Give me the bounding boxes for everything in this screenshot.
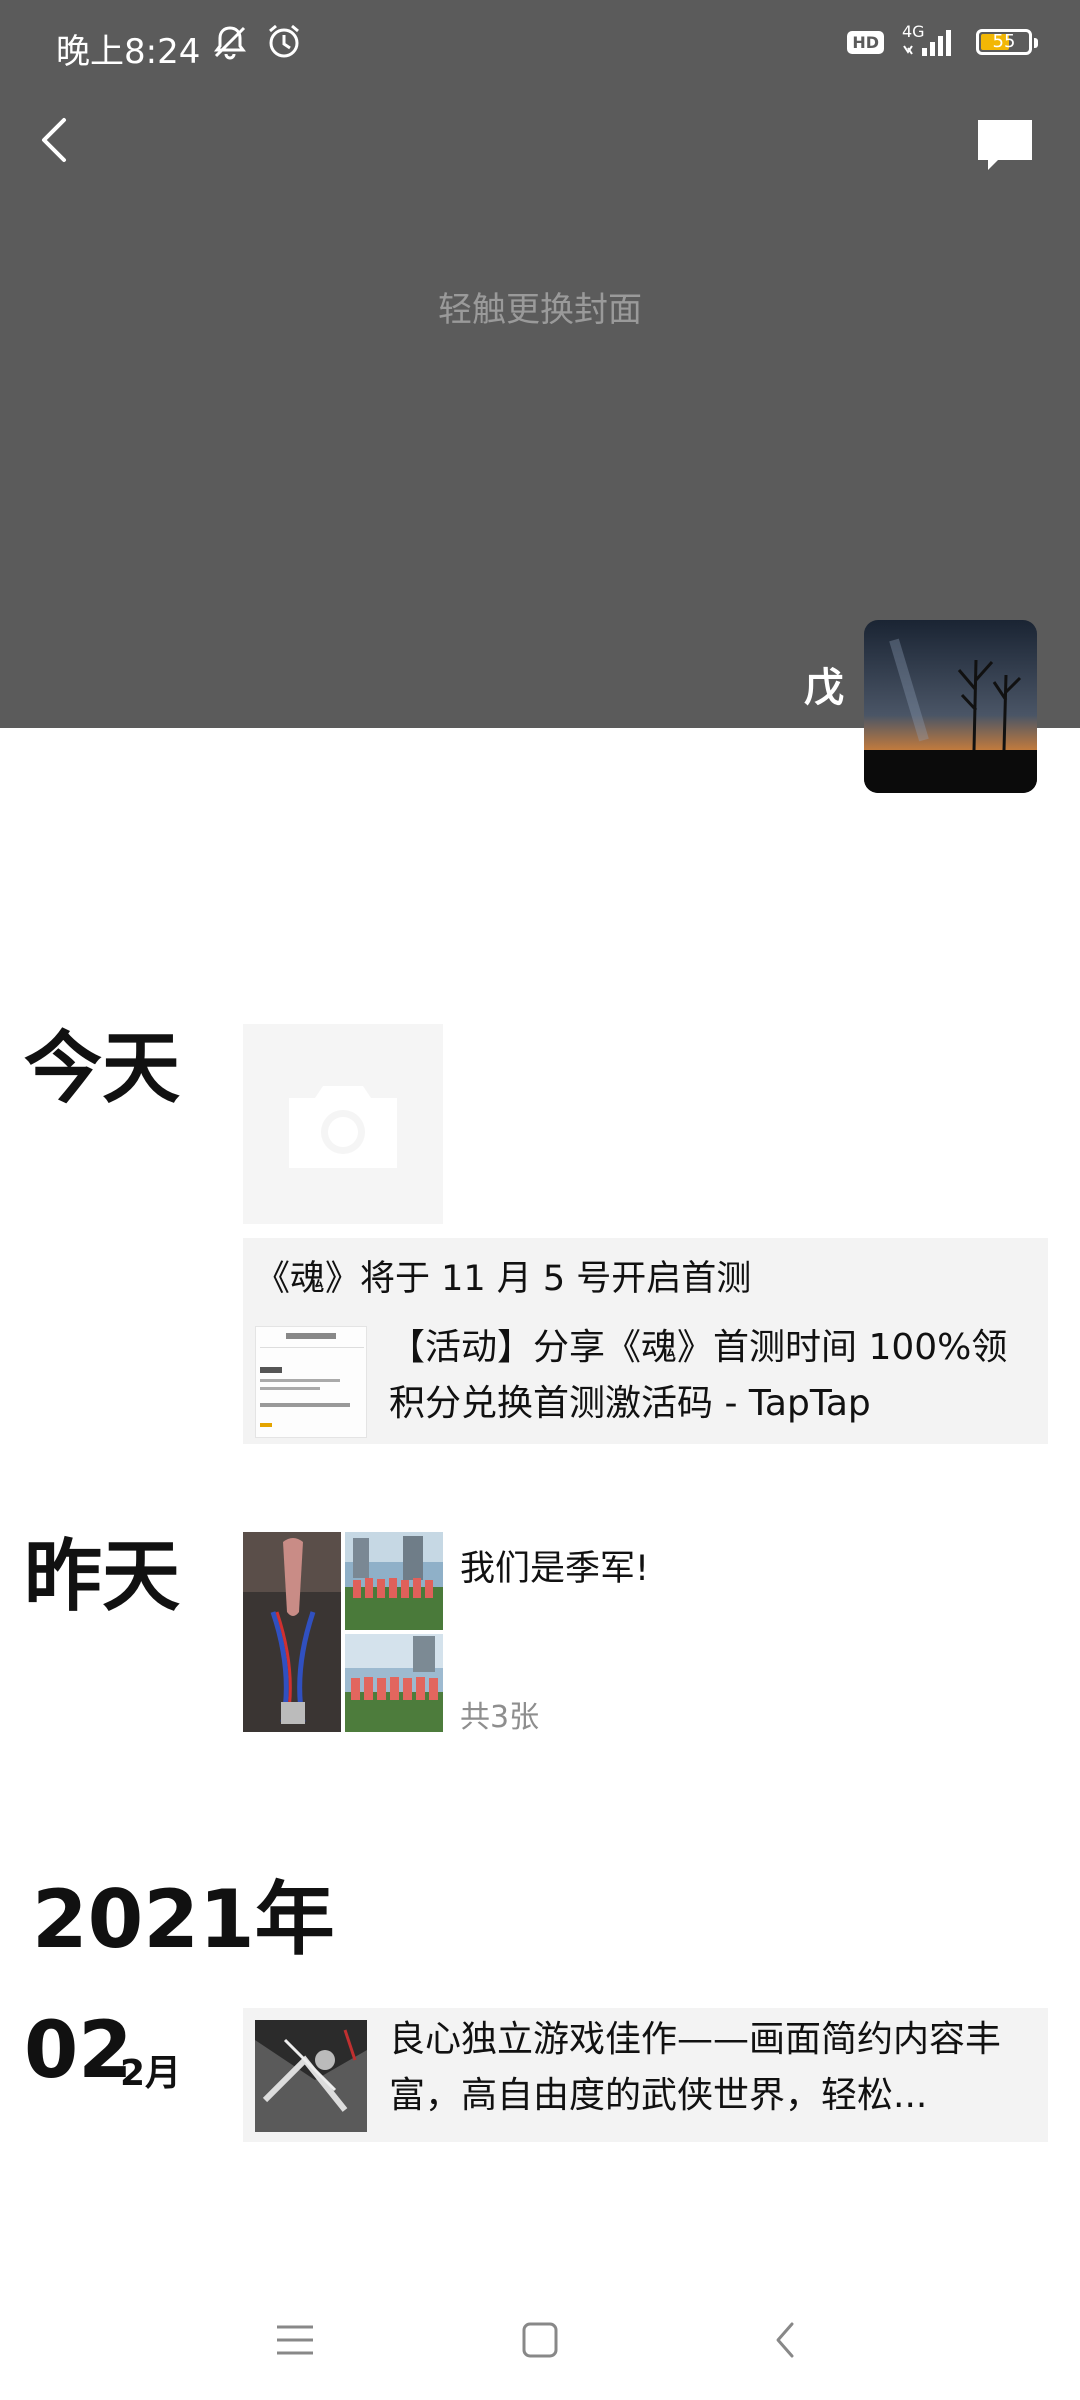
back-button[interactable] <box>34 110 74 170</box>
back-icon <box>776 2322 794 2358</box>
menu-icon <box>277 2325 313 2355</box>
message-icon <box>978 120 1032 170</box>
cover-hint[interactable]: 轻触更换封面 <box>0 282 1080 331</box>
share-title: 《魂》将于 11 月 5 号开启首测 <box>255 1259 752 1299</box>
message-button[interactable] <box>974 116 1036 174</box>
article-card[interactable]: 良心独立游戏佳作——画面简约内容丰富，高自由度的武侠世界，轻松... <box>243 2008 1048 2142</box>
share-link-text: 【活动】分享《魂》首测时间 100%领积分兑换首测激活码 - TapTap <box>389 1327 1008 1424</box>
back-arrow-icon <box>42 118 66 162</box>
signal-icon: 4G <box>900 24 960 60</box>
nav-home-button[interactable] <box>510 2310 570 2370</box>
profile-name: 戊 <box>804 665 844 711</box>
battery-level: 55 <box>992 31 1016 52</box>
avatar[interactable] <box>864 620 1037 793</box>
article-thumbnail <box>255 2020 367 2132</box>
nav-back-button[interactable] <box>755 2310 815 2370</box>
nav-menu-button[interactable] <box>265 2310 325 2370</box>
entry-day: 02 <box>24 2006 133 2096</box>
battery-icon: 55 <box>976 29 1038 55</box>
home-icon <box>522 2322 558 2358</box>
status-time: 晚上8:24 <box>56 32 201 72</box>
alarm-icon <box>269 24 299 58</box>
navigation-bar <box>0 2280 1080 2400</box>
shared-link-card[interactable]: 《魂》将于 11 月 5 号开启首测 【活动】分享《魂》首测时间 100%领积分… <box>243 1238 1048 1444</box>
section-yesterday: 昨天 <box>24 1532 181 1622</box>
entry-month: 2月 <box>120 2053 182 2094</box>
share-thumbnail <box>255 1326 367 1438</box>
photo-grid[interactable] <box>243 1532 443 1732</box>
article-title: 良心独立游戏佳作——画面简约内容丰富，高自由度的武侠世界，轻松... <box>389 2019 1002 2116</box>
photo-count: 共3张 <box>460 1700 540 1735</box>
section-today: 今天 <box>24 1024 181 1114</box>
hd-badge: HD <box>847 30 884 54</box>
post-caption: 我们是季军! <box>460 1549 650 1589</box>
post-photo-button[interactable] <box>243 1024 443 1224</box>
cover-area[interactable]: 晚上8:24 HD 4G 55 轻触更换封面 戊 <box>0 0 1080 728</box>
camera-icon <box>289 1086 397 1168</box>
mute-bell-icon <box>214 26 246 60</box>
year-label: 2021年 <box>32 1873 335 1966</box>
